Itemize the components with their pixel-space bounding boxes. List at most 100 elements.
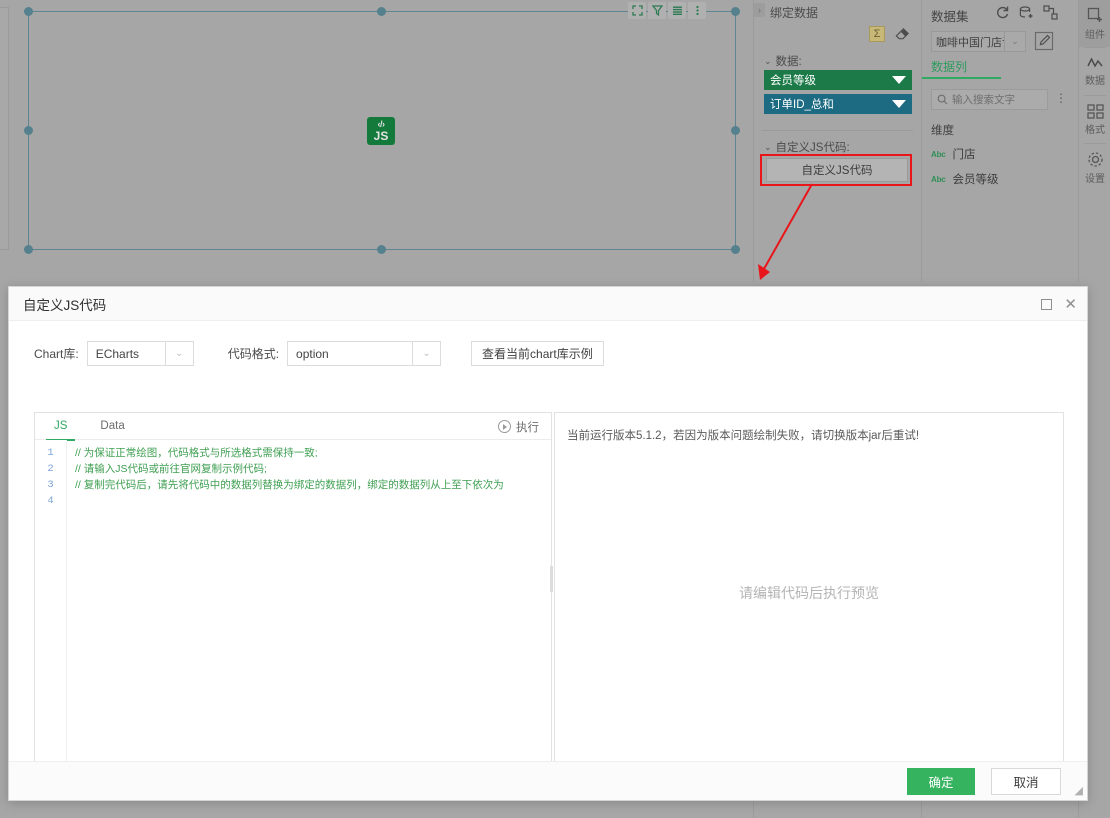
cancel-button[interactable]: 取消 xyxy=(991,768,1061,795)
dataset-panel-title: 数据集 xyxy=(931,6,969,25)
bound-fields-list: 会员等级 订单ID_总和 xyxy=(764,70,912,118)
settings-icon xyxy=(1087,151,1104,168)
rail-item-format[interactable]: 格式 xyxy=(1079,96,1110,143)
code-text[interactable]: // 为保证正常绘图，代码格式与所选格式需保持一致; // 请输入JS代码或前往… xyxy=(67,440,551,773)
js-section-header[interactable]: ⌄ 自定义JS代码: xyxy=(764,139,850,155)
chevron-down-icon[interactable]: ⌄ xyxy=(412,341,441,366)
rail-item-label: 设置 xyxy=(1085,170,1105,185)
code-line: // 请输入JS代码或前往官网复制示例代码; xyxy=(75,461,551,477)
resize-handle-bottom-right[interactable] xyxy=(731,245,740,254)
fullscreen-icon[interactable] xyxy=(628,2,646,19)
dialog-window-controls: ✕ xyxy=(1041,287,1077,321)
run-button[interactable]: 执行 xyxy=(498,413,539,440)
dataset-header-actions xyxy=(995,5,1058,20)
js-placeholder-icon: ‹/› JS xyxy=(367,117,395,145)
refresh-icon[interactable] xyxy=(995,5,1010,20)
preview-pane: 当前运行版本5.1.2，若因为版本问题绘制失败，请切换版本jar后重试! 请编辑… xyxy=(554,412,1064,773)
table-icon[interactable] xyxy=(668,2,686,19)
bound-field-chip-measure[interactable]: 订单ID_总和 xyxy=(764,94,912,114)
design-canvas[interactable]: ‹/› JS xyxy=(0,0,752,282)
data-icon xyxy=(1087,56,1104,70)
bottom-strip xyxy=(0,801,1110,818)
line-number: 1 xyxy=(35,445,66,461)
code-line: // 复制完代码后，请先将代码中的数据列替换为绑定的数据列，绑定的数据列从上至下… xyxy=(75,477,551,493)
pane-splitter[interactable] xyxy=(550,566,553,592)
panel-collapse-icon[interactable]: › xyxy=(754,3,765,17)
dataset-select-value[interactable]: 咖啡中国门店记 xyxy=(931,31,1005,52)
strip-divider xyxy=(921,801,922,818)
line-number: 4 xyxy=(35,493,66,509)
preview-empty-text: 请编辑代码后执行预览 xyxy=(555,583,1063,603)
more-vertical-icon[interactable] xyxy=(688,2,706,19)
relation-icon[interactable] xyxy=(1043,5,1058,20)
dataset-more-icon[interactable]: ⋮ xyxy=(1055,91,1068,105)
code-format-label: 代码格式: xyxy=(228,345,279,362)
view-chart-lib-example-button[interactable]: 查看当前chart库示例 xyxy=(471,341,604,366)
format-icon xyxy=(1087,104,1104,119)
dialog-body: Chart库: ECharts ⌄ 代码格式: option ⌄ 查看当前cha… xyxy=(9,321,1087,761)
tab-data[interactable]: Data xyxy=(100,413,124,440)
rail-item-settings[interactable]: 设置 xyxy=(1079,144,1110,191)
js-section-label: 自定义JS代码: xyxy=(776,139,850,155)
add-dataset-icon[interactable] xyxy=(1019,5,1034,20)
widget-toolbar xyxy=(628,2,706,19)
line-number-gutter: 1 2 3 4 xyxy=(35,440,67,773)
editor-tabs: JS Data 执行 xyxy=(35,413,551,440)
chevron-down-icon[interactable]: ⌄ xyxy=(165,341,194,366)
chart-lib-value: ECharts xyxy=(87,341,165,366)
tab-data-columns[interactable]: 数据列 xyxy=(931,58,967,79)
code-area[interactable]: 1 2 3 4 // 为保证正常绘图，代码格式与所选格式需保持一致; // 请输… xyxy=(35,440,551,773)
dialog-header: 自定义JS代码 ✕ xyxy=(9,287,1087,321)
dialog-resize-grip[interactable]: ◢ xyxy=(1075,784,1083,797)
dialog-title: 自定义JS代码 xyxy=(23,294,106,314)
rail-item-label: 组件 xyxy=(1085,26,1105,41)
resize-handle-top-center[interactable] xyxy=(377,7,386,16)
strip-divider xyxy=(1078,801,1079,818)
js-badge-chevrons: ‹/› xyxy=(378,120,385,129)
annotation-arrow xyxy=(748,180,818,290)
resize-handle-top-left[interactable] xyxy=(24,7,33,16)
components-icon xyxy=(1087,7,1104,24)
bound-field-chip-dimension[interactable]: 会员等级 xyxy=(764,70,912,90)
confirm-button[interactable]: 确定 xyxy=(907,768,975,795)
resize-handle-bottom-center[interactable] xyxy=(377,245,386,254)
app-root: ‹/› JS › 绑定数据 Σ ⌄ 数据: 会员等级 xyxy=(0,0,1110,818)
rail-item-data[interactable]: 数据 xyxy=(1079,48,1110,95)
code-format-select[interactable]: option ⌄ xyxy=(287,341,441,366)
chevron-down-icon[interactable] xyxy=(892,100,906,108)
search-input[interactable]: 输入搜索文字 xyxy=(931,89,1048,110)
resize-handle-middle-left[interactable] xyxy=(24,126,33,135)
chevron-down-icon[interactable] xyxy=(892,76,906,84)
data-section-header[interactable]: ⌄ 数据: xyxy=(764,53,802,69)
dataset-select-caret-icon[interactable]: ⌄ xyxy=(1005,31,1026,52)
maximize-icon[interactable] xyxy=(1041,299,1052,310)
eraser-icon[interactable] xyxy=(895,27,910,41)
edit-icon[interactable] xyxy=(1034,31,1054,51)
dataset-field-item[interactable]: Abc 门店 xyxy=(931,146,976,162)
rail-item-components[interactable]: 组件 xyxy=(1079,0,1110,47)
resize-handle-middle-right[interactable] xyxy=(731,126,740,135)
resize-handle-bottom-left[interactable] xyxy=(24,245,33,254)
tab-js[interactable]: JS xyxy=(54,413,67,440)
close-icon[interactable]: ✕ xyxy=(1064,297,1077,312)
rail-item-label: 格式 xyxy=(1085,121,1105,136)
resize-handle-top-right[interactable] xyxy=(731,7,740,16)
code-line: // 为保证正常绘图，代码格式与所选格式需保持一致; xyxy=(75,445,551,461)
dataset-field-name: 会员等级 xyxy=(953,171,999,187)
dataset-field-item[interactable]: Abc 会员等级 xyxy=(931,171,999,187)
chart-lib-select[interactable]: ECharts ⌄ xyxy=(87,341,194,366)
search-placeholder: 输入搜索文字 xyxy=(952,92,1015,107)
custom-js-code-button[interactable]: 自定义JS代码 xyxy=(766,158,908,182)
search-icon xyxy=(937,94,948,105)
line-number: 2 xyxy=(35,461,66,477)
rail-item-label: 数据 xyxy=(1085,72,1105,87)
filter-icon[interactable] xyxy=(648,2,666,19)
bind-panel-actions: Σ xyxy=(869,26,910,42)
version-note: 当前运行版本5.1.2，若因为版本问题绘制失败，请切换版本jar后重试! xyxy=(555,413,1063,443)
bind-data-title: 绑定数据 xyxy=(770,4,818,21)
aggregate-sigma-icon[interactable]: Σ xyxy=(869,26,885,42)
run-label: 执行 xyxy=(516,419,539,435)
dialog-footer: 确定 取消 ◢ xyxy=(9,761,1087,800)
js-badge-text: JS xyxy=(374,130,389,142)
dataset-panel: 数据集 咖啡中国门店记 ⌄ xyxy=(921,0,1077,282)
